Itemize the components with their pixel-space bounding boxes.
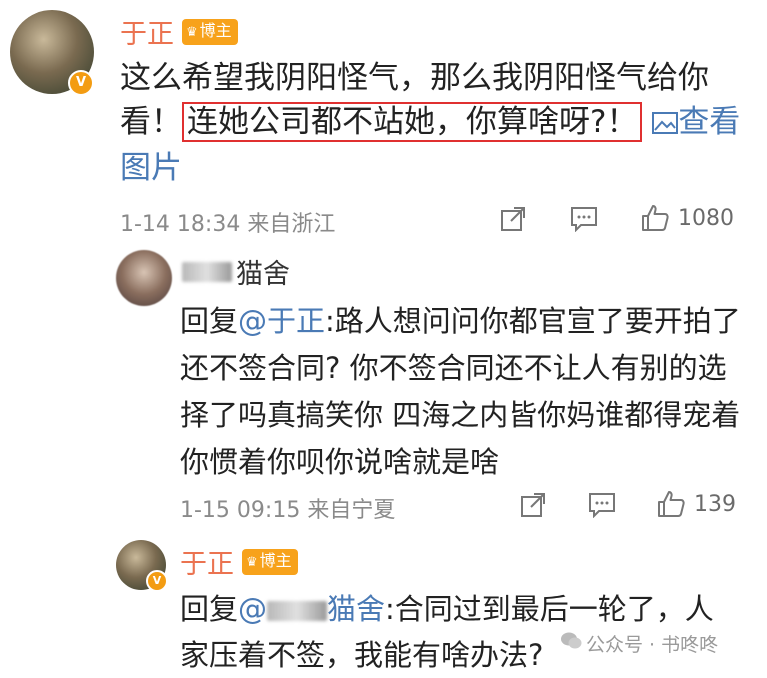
- crown-icon: ♛: [186, 24, 198, 40]
- verified-v-icon: V: [146, 570, 168, 592]
- comment-icon: [588, 492, 616, 518]
- comment-button[interactable]: [588, 492, 616, 518]
- highlighted-text: 连她公司都不站她，你算啥呀?！: [182, 102, 643, 142]
- watermark: 公众号 · 书咚咚: [560, 630, 718, 657]
- picture-icon: [652, 102, 679, 146]
- comment-button[interactable]: [570, 206, 598, 232]
- reply-author-row[interactable]: 猫舍: [182, 252, 290, 291]
- like-button[interactable]: 1080: [640, 203, 734, 233]
- reply-meta: 1-15 09:15 来自宁夏: [180, 492, 395, 524]
- comment-author-row: 于正 ♛ 博主: [120, 12, 238, 51]
- blogger-badge: ♛ 博主: [242, 548, 298, 575]
- reply2-author-row: 于正 ♛ 博主: [180, 542, 298, 581]
- blurred-username: [267, 601, 328, 621]
- reply-author-name: 猫舍: [236, 259, 290, 290]
- timestamp: 1-14 18:34: [120, 212, 241, 237]
- avatar-reply-user[interactable]: [116, 250, 172, 306]
- comment-icon: [570, 206, 598, 232]
- crown-icon: ♛: [246, 554, 258, 570]
- wechat-icon: [560, 631, 582, 656]
- share-icon: [500, 206, 526, 232]
- like-icon: [656, 489, 686, 519]
- like-count: 139: [694, 491, 736, 517]
- like-button[interactable]: 139: [656, 489, 736, 519]
- mention-link[interactable]: @ 猫舍: [238, 592, 385, 626]
- author-name[interactable]: 于正: [180, 542, 234, 581]
- like-icon: [640, 203, 670, 233]
- mention-link[interactable]: @于正: [238, 304, 325, 338]
- location: 来自浙江: [247, 212, 336, 237]
- author-name[interactable]: 于正: [120, 12, 174, 51]
- share-button[interactable]: [500, 206, 526, 232]
- share-button[interactable]: [520, 492, 546, 518]
- comment-meta: 1-14 18:34 来自浙江: [120, 206, 335, 238]
- location: 来自宁夏: [307, 498, 396, 523]
- reply-text: 回复@于正:路人想问问你都官宣了要开拍了还不签合同? 你不签合同还不让人有别的选…: [180, 304, 741, 479]
- blogger-badge: ♛ 博主: [182, 18, 238, 45]
- verified-v-icon: V: [68, 70, 94, 96]
- comment-text: 这么希望我阴阳怪气，那么我阴阳怪气给你看！ 连她公司都不站她，你算啥呀?！ 查看图…: [120, 60, 741, 186]
- share-icon: [520, 492, 546, 518]
- timestamp: 1-15 09:15: [180, 498, 301, 523]
- blurred-username: [182, 261, 232, 282]
- like-count: 1080: [678, 205, 734, 231]
